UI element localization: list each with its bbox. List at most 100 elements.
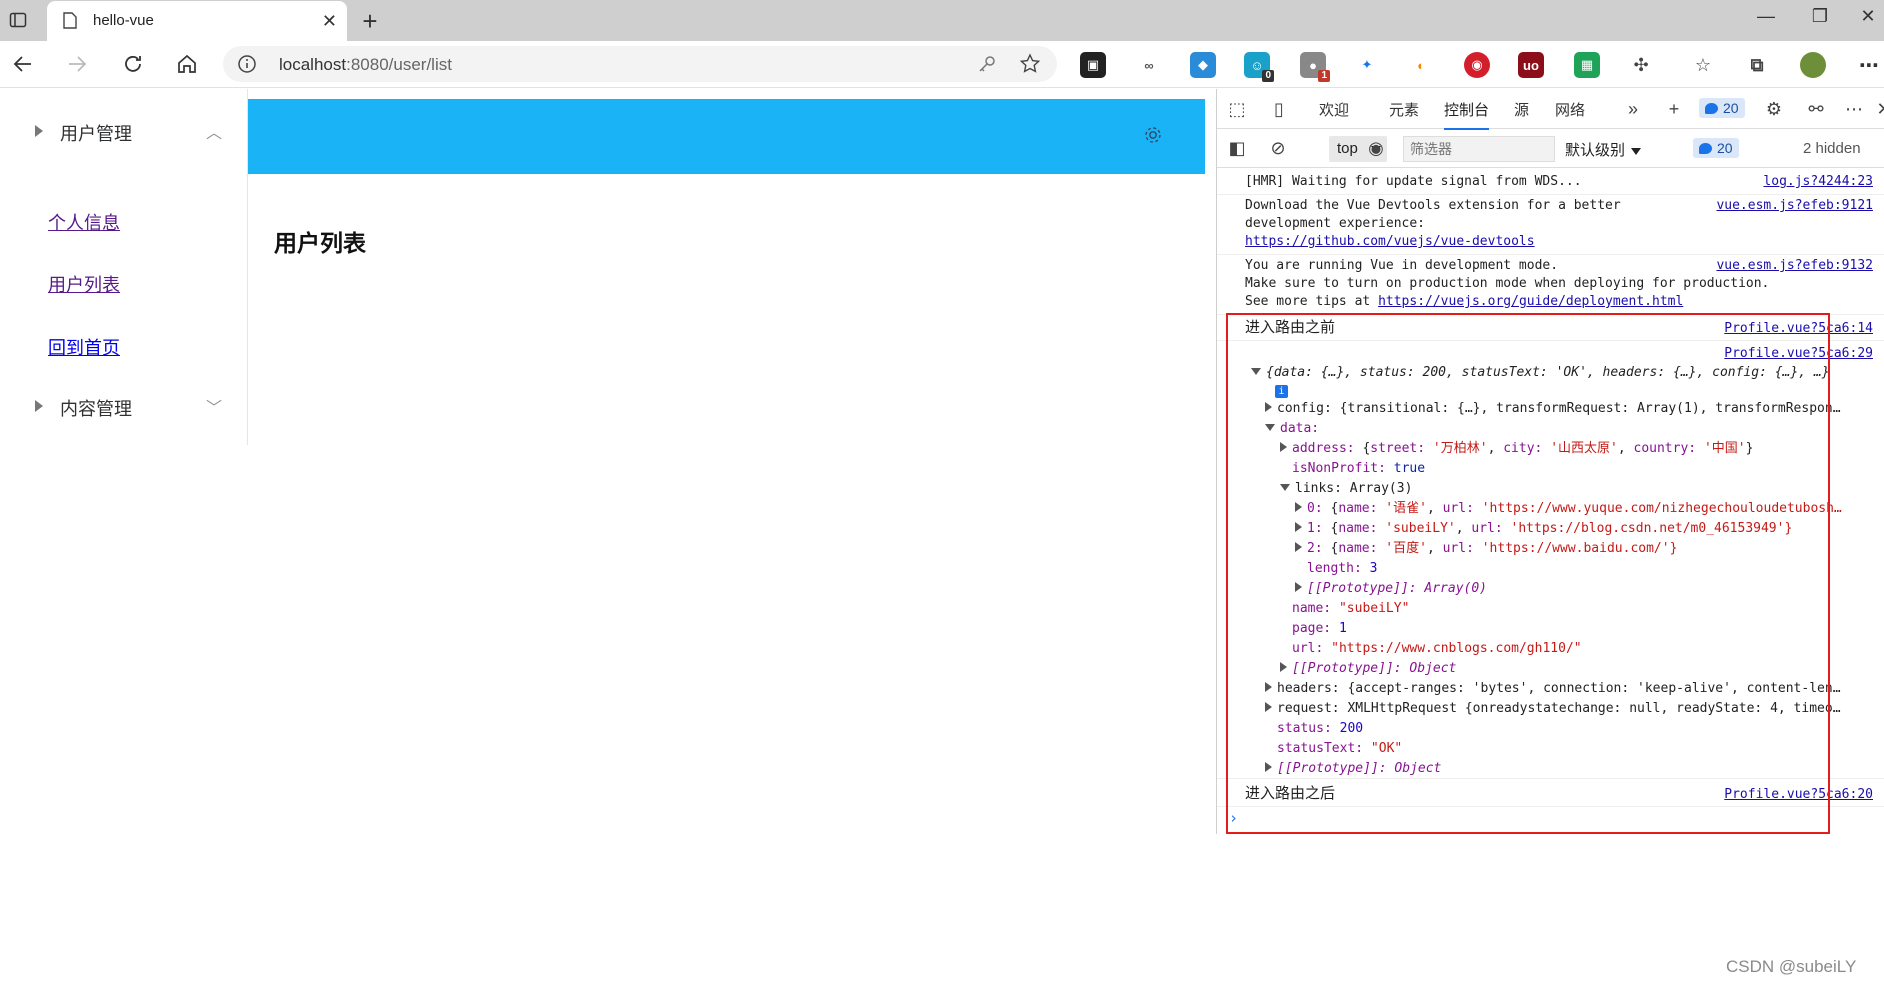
browser-tab-active[interactable]: hello-vue ✕ [47,1,347,41]
message-count-badge[interactable]: 20 [1693,138,1739,158]
tree-row-prototype-object[interactable]: [[Prototype]]: Object [1280,659,1456,679]
console-message: Download the Vue Devtools extension for … [1217,195,1884,255]
tree-row-link-2[interactable]: 2: {name: '百度', url: 'https://www.baidu.… [1295,539,1677,559]
address-bar[interactable]: localhost:8080/user/list [223,46,1057,82]
tree-key: length: [1307,561,1370,576]
new-tab-button[interactable]: + [355,6,385,37]
extension-badge-b-icon[interactable]: ● 1 [1300,52,1330,82]
url-text[interactable]: localhost:8080/user/list [279,55,452,75]
source-link[interactable]: Profile.vue?5ca6:20 [1724,786,1873,804]
devtools-more-icon[interactable]: ⋯ [1843,98,1865,120]
tree-value: 3 [1369,561,1378,576]
tree-row-prototype-array[interactable]: [[Prototype]]: Array(0) [1295,579,1487,599]
extension-badge-a-icon[interactable]: ☺ 0 [1244,52,1274,82]
tree-value: '万柏林' [1432,441,1488,456]
live-expression-eye-icon[interactable]: ◉ [1365,137,1387,159]
customize-icon[interactable]: ⚯ [1805,98,1827,120]
tree-text: links: Array(3) [1295,481,1413,496]
message-text: 进入路由之前 [1245,318,1336,336]
key-icon[interactable] [977,54,997,79]
collapse-arrow-icon [1265,424,1275,431]
extension-sheet-icon[interactable]: ▦ [1574,52,1600,78]
tree-row-length: length: 3 [1307,559,1377,579]
source-link[interactable]: Profile.vue?5ca6:29 [1724,345,1873,363]
tab-title: hello-vue [93,12,154,29]
tree-row-links[interactable]: links: Array(3) [1280,479,1412,499]
more-icon[interactable]: ⋯ [1856,52,1882,78]
restore-icon[interactable]: ❐ [1800,6,1840,27]
object-summary: {data: {…}, status: 200, statusText: 'OK… [1266,365,1830,380]
menu-item-profile[interactable]: 个人信息 [48,209,120,235]
object-summary-row[interactable]: {data: {…}, status: 200, statusText: 'OK… [1251,363,1830,383]
extension-flame-icon[interactable]: ◐ [1408,52,1434,78]
forward-icon[interactable] [62,49,92,79]
extension-red-icon[interactable]: ◉ [1464,52,1490,78]
add-favorite-icon[interactable] [1019,53,1041,80]
menu-item-home[interactable]: 回到首页 [48,334,120,360]
tree-key: 2: [1307,541,1331,556]
tab-welcome[interactable]: 欢迎 [1319,99,1349,120]
tab-actions-icon[interactable] [6,8,30,32]
favorites-icon[interactable]: ☆ [1690,52,1716,78]
log-level-select[interactable]: 默认级别 [1565,139,1642,160]
issues-badge[interactable]: 20 [1699,98,1745,118]
source-link[interactable]: log.js?4244:23 [1763,173,1873,191]
console-prompt-icon[interactable]: › [1229,809,1238,827]
tree-row-headers[interactable]: headers: {accept-ranges: 'bytes', connec… [1265,679,1841,699]
expand-arrow-icon [1280,662,1287,672]
collapse-arrow-icon [1251,368,1261,375]
message-text: See more tips at https://vuejs.org/guide… [1245,293,1683,311]
menu-item-user-list[interactable]: 用户列表 [48,271,120,297]
site-info-icon[interactable] [237,54,257,79]
profile-avatar[interactable] [1800,52,1826,78]
settings-gear-icon[interactable] [1143,125,1163,150]
menu-group-user[interactable]: 用户管理 ︿ [0,105,247,161]
tab-console[interactable]: 控制台 [1444,99,1490,130]
extension-link-icon[interactable]: ∞ [1136,52,1162,78]
more-tabs-icon[interactable]: » [1622,98,1644,120]
tree-row-link-1[interactable]: 1: {name: 'subeiLY', url: 'https://blog.… [1295,519,1792,539]
collections-icon[interactable]: ⧉ [1744,52,1770,78]
menu-group-content[interactable]: 内容管理 ﹀ [0,380,247,436]
minimize-icon[interactable]: — [1746,6,1786,27]
tab-elements[interactable]: 元素 [1389,99,1419,120]
dropdown-caret-icon [1631,147,1642,155]
message-link[interactable]: https://github.com/vuejs/vue-devtools [1245,233,1535,251]
tab-network[interactable]: 网络 [1555,99,1585,120]
extension-shield-icon[interactable]: ◆ [1190,52,1216,78]
devtools-settings-icon[interactable]: ⚙ [1763,98,1785,120]
tree-value: '中国' [1703,441,1746,456]
tab-sources[interactable]: 源 [1514,99,1529,120]
window-close-icon[interactable]: ✕ [1848,6,1884,27]
tree-row-address[interactable]: address: {street: '万柏林', city: '山西太原', c… [1280,439,1753,459]
tree-key: page: [1292,621,1339,636]
source-link[interactable]: Profile.vue?5ca6:14 [1724,320,1873,338]
inspect-icon[interactable]: ⬚ [1226,98,1248,120]
tree-row-prototype-object[interactable]: [[Prototype]]: Object [1265,759,1441,779]
extension-feather-icon[interactable]: ✦ [1354,52,1380,78]
extension-tiles-icon[interactable]: ▣ [1080,52,1106,78]
tree-row-data[interactable]: data: [1265,419,1319,439]
clear-console-icon[interactable]: ⊘ [1267,137,1289,159]
extensions-puzzle-icon[interactable]: ✣ [1628,52,1654,78]
add-tab-icon[interactable]: + [1663,98,1685,120]
message-link[interactable]: https://vuejs.org/guide/deployment.html [1378,294,1683,309]
source-link[interactable]: vue.esm.js?efeb:9132 [1716,257,1873,275]
console-filter-input[interactable] [1403,136,1555,162]
tree-row-request[interactable]: request: XMLHttpRequest {onreadystatecha… [1265,699,1841,719]
back-icon[interactable] [8,49,38,79]
home-icon[interactable] [172,49,202,79]
devtools-close-icon[interactable]: ✕ [1873,98,1884,120]
source-link[interactable]: vue.esm.js?efeb:9121 [1716,197,1873,215]
console-message: You are running Vue in development mode.… [1217,255,1884,315]
expand-arrow-icon [1265,702,1272,712]
tree-row-link-0[interactable]: 0: {name: '语雀', url: 'https://www.yuque.… [1295,499,1842,519]
log-level-value: 默认级别 [1565,142,1626,159]
sidebar-toggle-icon[interactable]: ◧ [1226,137,1248,159]
ublock-icon[interactable]: uo [1518,52,1544,78]
tree-row-config[interactable]: config: {transitional: {…}, transformReq… [1265,399,1841,419]
browser-tabbar: hello-vue ✕ + — ❐ ✕ [0,0,1884,41]
tab-close-icon[interactable]: ✕ [322,11,337,32]
refresh-icon[interactable] [118,49,148,79]
device-toolbar-icon[interactable]: ▯ [1268,98,1290,120]
